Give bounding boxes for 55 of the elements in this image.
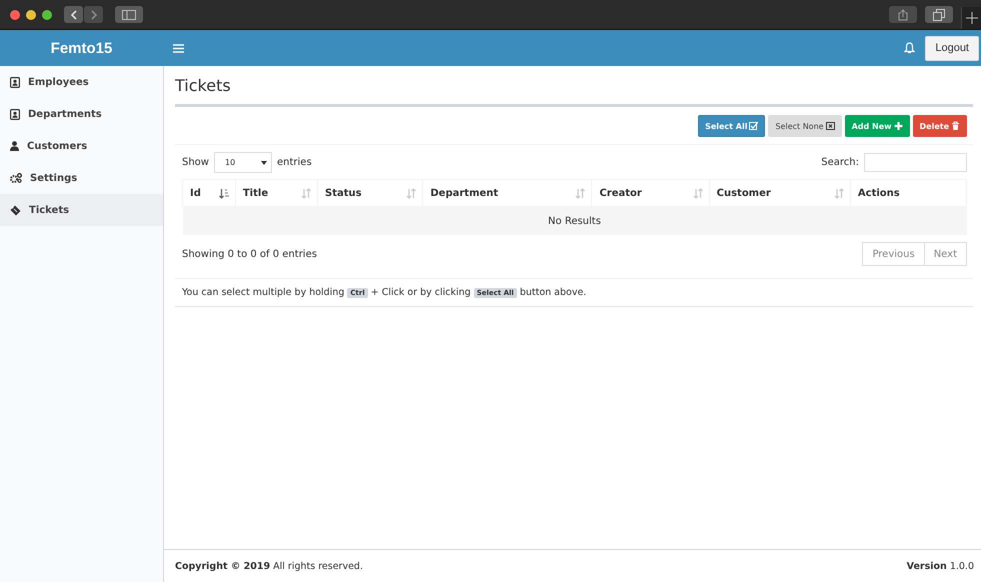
empty-message: No Results [182,206,966,235]
page-size-select[interactable]: 10 [214,152,272,173]
sidebar-item[interactable]: Tickets [0,194,163,226]
close-dot[interactable] [10,10,20,20]
chevron-right-icon [90,10,98,20]
brand-logo[interactable]: Femto15 [50,40,112,56]
caret-icon [260,160,267,164]
trash-icon [951,121,960,131]
entries-label: entries [276,157,312,168]
tabs-button[interactable] [925,6,953,23]
sidebar-item[interactable]: Settings [0,162,163,194]
forward-button[interactable] [84,6,103,23]
bell-icon[interactable] [904,42,916,54]
share-icon [898,8,908,20]
column-header[interactable]: Id [182,180,236,206]
tabs-icon [933,8,945,20]
select-button[interactable]: Select None [768,115,842,137]
sidebar-item[interactable]: Departments [0,98,163,130]
menu-icon[interactable] [173,44,184,52]
search-field[interactable] [864,153,967,172]
plus-icon [894,121,903,131]
version-text: Version 1.0.0 [906,560,974,572]
sidebar-toggle-button[interactable] [115,6,143,23]
new-tab-button[interactable] [961,7,981,29]
contact-card-icon [10,108,20,120]
user-icon [10,141,19,151]
zoom-dot[interactable] [42,10,52,20]
delete-button[interactable]: Delete [912,115,967,137]
check-square-icon [749,121,758,131]
column-header[interactable]: Actions [850,180,966,206]
column-header[interactable]: Department [422,180,592,206]
plus-icon [966,12,978,24]
note-text: button above. [520,287,586,298]
back-button[interactable] [64,6,83,23]
table-info: Showing 0 to 0 of 0 entries [182,248,317,260]
show-label: Show [182,157,209,168]
select-button[interactable]: Select All [698,115,766,137]
sidebar-icon [122,10,136,20]
close-square-icon [826,121,835,131]
minimize-dot[interactable] [26,10,36,20]
ticket-icon [10,204,21,216]
note-text: + Click or by clicking [370,287,471,298]
search-label: Search: [821,157,859,168]
column-header[interactable]: Status [318,180,423,206]
chevron-left-icon [70,10,78,20]
contact-card-icon [10,76,20,88]
note-text: You can select multiple by holding [182,287,344,298]
column-header[interactable]: Customer [709,180,850,206]
copyright-text: Copyright © 2019 All rights reserved. [175,560,363,572]
sidebar-item[interactable]: Employees [0,66,163,98]
sidebar-item[interactable]: Customers [0,130,163,162]
share-button[interactable] [889,6,917,23]
gears-icon [10,173,22,183]
column-header[interactable]: Creator [592,180,710,206]
logout-button[interactable]: Logout [925,36,979,60]
